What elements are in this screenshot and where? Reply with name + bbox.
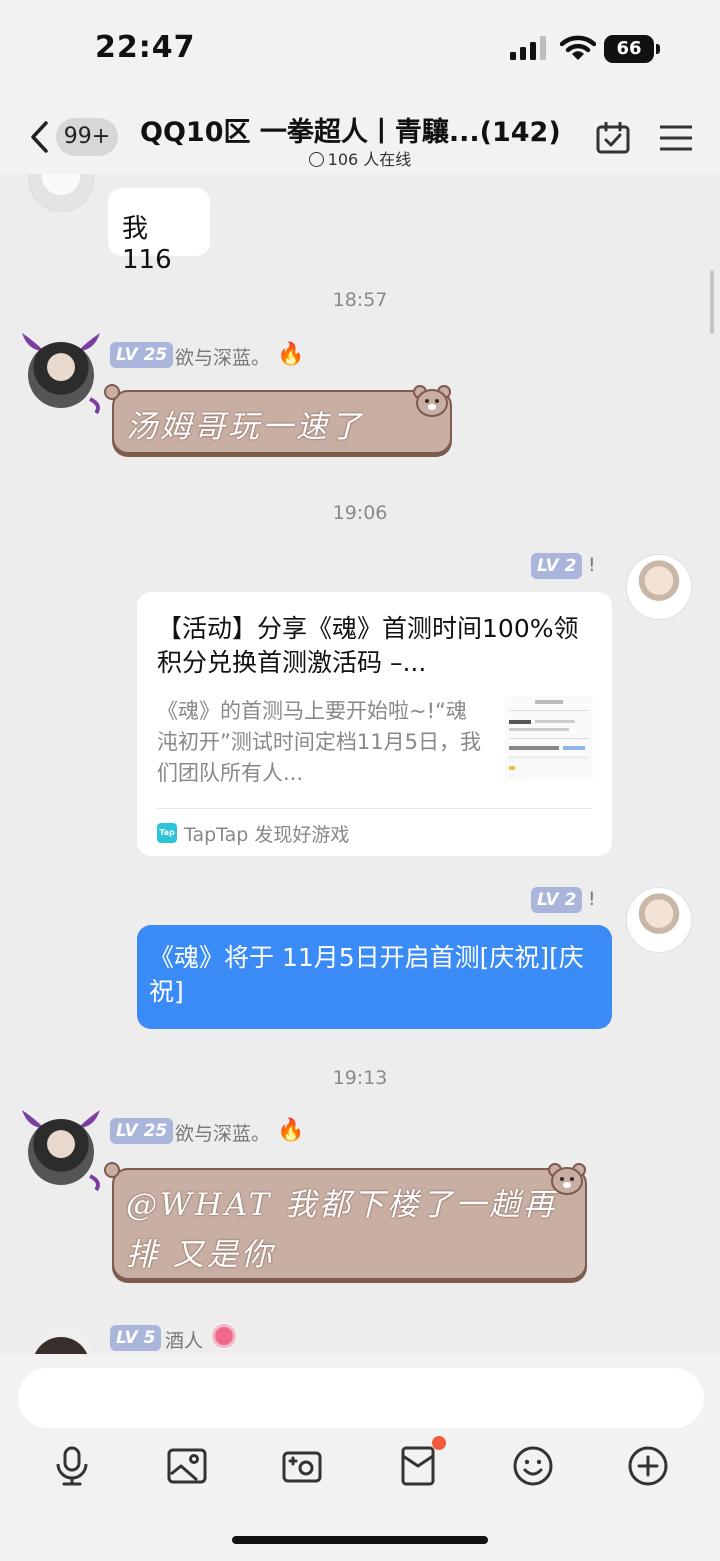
cellular-signal-icon xyxy=(510,36,546,60)
sender-nickname[interactable]: 欲与深蓝。 xyxy=(175,343,270,370)
notification-dot xyxy=(432,1436,446,1450)
sender-mark: ! xyxy=(588,554,596,576)
camera-icon[interactable] xyxy=(280,1444,324,1488)
red-packet-icon[interactable] xyxy=(396,1444,440,1488)
calendar-check-icon[interactable] xyxy=(596,122,630,154)
sender-nickname[interactable]: 欲与深蓝。 xyxy=(175,1119,270,1146)
taptap-icon: Tap xyxy=(157,823,177,843)
message-text: 《魂》将于 11月5日开启首测[庆祝][庆祝] xyxy=(149,943,584,1006)
message-text: 我 116 xyxy=(122,214,172,275)
flame-badge-icon: 🔥 xyxy=(277,1118,305,1143)
level-badge: LV 25 xyxy=(110,342,174,368)
bear-ear-decoration xyxy=(104,1162,120,1178)
shared-link-card[interactable]: 【活动】分享《魂》首测时间100%领积分兑换首测激活码 –... 《魂》的首测马… xyxy=(137,592,612,856)
timestamp: 18:57 xyxy=(332,289,388,311)
level-badge: LV 5 xyxy=(110,1325,162,1351)
timestamp: 19:13 xyxy=(332,1067,388,1089)
wifi-icon xyxy=(560,35,596,60)
online-status-icon xyxy=(308,152,324,167)
link-card-title: 【活动】分享《魂》首测时间100%领积分兑换首测激活码 –... xyxy=(157,614,579,677)
flame-badge-icon: 🔥 xyxy=(277,342,305,367)
link-card-thumbnail xyxy=(505,696,593,780)
input-area xyxy=(0,1354,720,1561)
plus-icon[interactable] xyxy=(626,1444,670,1488)
emoji-icon[interactable] xyxy=(511,1444,555,1488)
flower-badge-icon xyxy=(212,1324,236,1348)
avatar[interactable] xyxy=(28,1326,94,1354)
bear-decoration-icon xyxy=(548,1163,586,1195)
mic-icon[interactable] xyxy=(50,1444,94,1488)
message-bubble[interactable]: 我 116 xyxy=(108,188,210,275)
avatar[interactable] xyxy=(626,554,692,620)
message-input[interactable] xyxy=(18,1368,704,1428)
link-card-description: 《魂》的首测马上要开始啦~!“魂沌初开”测试时间定档11月5日，我们团队所有人.… xyxy=(157,699,481,785)
divider xyxy=(157,808,592,809)
level-badge: LV 2 xyxy=(531,887,583,913)
level-badge: LV 2 xyxy=(531,553,583,579)
avatar[interactable] xyxy=(28,174,94,212)
link-card-source: TapTap 发现好游戏 xyxy=(184,824,350,846)
status-bar: 22:47 66 xyxy=(0,0,720,100)
message-text: @WHAT 我都下楼了一趟再排 又是你 xyxy=(126,1187,558,1273)
battery-level: 66 xyxy=(604,35,654,63)
status-time: 22:47 xyxy=(95,30,196,65)
message-bubble[interactable]: @WHAT 我都下楼了一趟再排 又是你 xyxy=(112,1168,587,1280)
online-count-text: 106 人在线 xyxy=(327,150,412,169)
avatar[interactable] xyxy=(626,887,692,953)
avatar[interactable] xyxy=(28,1119,94,1185)
bear-ear-decoration xyxy=(104,384,120,400)
battery-icon: 66 xyxy=(604,35,660,63)
bear-decoration-icon xyxy=(413,385,451,417)
sender-nickname[interactable]: 酒人 xyxy=(165,1326,203,1353)
sender-mark: ! xyxy=(588,888,596,910)
level-badge: LV 25 xyxy=(110,1118,174,1144)
timestamp: 19:06 xyxy=(332,502,388,524)
message-bubble[interactable]: 《魂》将于 11月5日开启首测[庆祝][庆祝] xyxy=(137,925,612,1029)
image-icon[interactable] xyxy=(165,1444,209,1488)
menu-icon[interactable] xyxy=(660,124,692,152)
group-title[interactable]: QQ10区 一拳超人丨青驤...(142) xyxy=(140,110,570,149)
chat-header: 99+ QQ10区 一拳超人丨青驤...(142) 106 人在线 xyxy=(0,100,720,174)
avatar[interactable] xyxy=(28,342,94,408)
chat-message-list[interactable]: 我 116 18:57 LV 25 欲与深蓝。 🔥 汤姆哥玩一速了 19:06 … xyxy=(0,174,720,1354)
message-bubble[interactable]: 汤姆哥玩一速了 xyxy=(112,390,452,454)
message-text: 汤姆哥玩一速了 xyxy=(126,409,364,445)
home-indicator[interactable] xyxy=(232,1536,488,1544)
